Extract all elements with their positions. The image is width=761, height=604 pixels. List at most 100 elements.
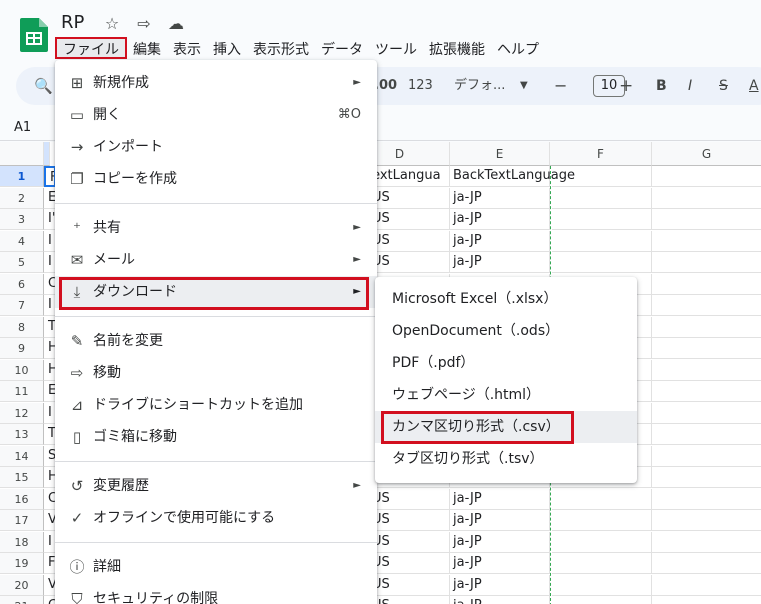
download-option[interactable]: PDF（.pdf） — [375, 347, 637, 379]
menu-insert[interactable]: 挿入 — [207, 37, 247, 59]
row-header[interactable]: 12 — [0, 402, 44, 424]
row-header[interactable]: 5 — [0, 252, 44, 273]
cell-e[interactable]: ja-JP — [450, 596, 550, 604]
cell-f[interactable] — [552, 252, 652, 273]
cell-g[interactable] — [652, 360, 761, 381]
cell-f[interactable] — [552, 574, 652, 596]
cell-e[interactable]: ja-JP — [450, 553, 550, 574]
cell-f[interactable] — [552, 209, 652, 230]
italic-button[interactable]: I — [688, 67, 692, 105]
download-option[interactable]: ウェブページ（.html） — [375, 379, 637, 411]
file-menu-item-new[interactable]: ⊞ 新規作成 ► — [55, 67, 377, 99]
row-header[interactable]: 14 — [0, 445, 44, 467]
file-menu-item-offline[interactable]: ✓ オフラインで使用可能にする — [55, 502, 377, 534]
chevron-down-icon[interactable]: ▼ — [520, 67, 528, 105]
font-family-select[interactable]: デフォ... — [454, 67, 505, 105]
move-folder-icon[interactable]: ⇨ — [133, 14, 155, 33]
decimal-increase-button[interactable]: .00 — [374, 67, 397, 105]
cell-g[interactable] — [652, 381, 761, 402]
number-format-button[interactable]: 123 — [408, 67, 433, 105]
row-header[interactable]: 3 — [0, 209, 44, 230]
file-menu-item-copy[interactable]: ❐ コピーを作成 — [55, 163, 377, 195]
cell-g[interactable] — [652, 295, 761, 316]
row-header[interactable]: 2 — [0, 187, 44, 209]
cell-g[interactable] — [652, 403, 761, 424]
cell-f[interactable] — [552, 230, 652, 252]
row-header[interactable]: 17 — [0, 510, 44, 531]
search-menus-icon[interactable]: 🔍 — [34, 67, 53, 105]
cell-g[interactable] — [652, 553, 761, 574]
row-header[interactable]: 11 — [0, 381, 44, 402]
file-menu-item-mail[interactable]: ✉ メール ► — [55, 244, 377, 276]
file-menu-item-rename[interactable]: ✎ 名前を変更 — [55, 325, 377, 357]
row-header[interactable]: 19 — [0, 553, 44, 574]
strikethrough-button[interactable]: S — [719, 67, 728, 105]
cell-f[interactable] — [552, 553, 652, 574]
select-all-corner[interactable] — [0, 142, 44, 166]
cell-e[interactable]: BackTextLanguage — [450, 166, 575, 187]
cell-g[interactable] — [652, 274, 761, 295]
row-header[interactable]: 7 — [0, 295, 44, 316]
cell-g[interactable] — [652, 575, 761, 596]
cell-f[interactable] — [552, 531, 652, 553]
file-menu-item-info[interactable]: ⓘ 詳細 — [55, 551, 377, 583]
menu-view[interactable]: 表示 — [167, 37, 207, 59]
name-box[interactable]: A1 — [14, 120, 31, 135]
menu-help[interactable]: ヘルプ — [491, 37, 545, 59]
column-header-f[interactable]: F — [550, 142, 652, 166]
cell-e[interactable]: ja-JP — [450, 252, 550, 273]
cell-g[interactable] — [652, 532, 761, 553]
cell-e[interactable]: ja-JP — [450, 187, 550, 209]
column-header-e[interactable]: E — [450, 142, 550, 166]
file-menu-item-move[interactable]: ⇨ 移動 — [55, 357, 377, 389]
menu-tools[interactable]: ツール — [369, 37, 423, 59]
menu-file[interactable]: ファイル — [55, 37, 127, 59]
cell-g[interactable] — [652, 489, 761, 510]
file-menu-item-trash[interactable]: ▯ ゴミ箱に移動 — [55, 421, 377, 453]
download-option[interactable]: Microsoft Excel（.xlsx） — [375, 283, 637, 315]
file-menu-item-share[interactable]: ⁺ 共有 ► — [55, 212, 377, 244]
file-menu-item-import[interactable]: → インポート — [55, 131, 377, 163]
cell-g[interactable] — [652, 510, 761, 531]
row-header[interactable]: 15 — [0, 467, 44, 488]
cell-e[interactable]: ja-JP — [450, 531, 550, 553]
font-size-increase-button[interactable]: + — [619, 67, 633, 105]
doc-title[interactable]: RP — [61, 12, 84, 33]
text-color-button[interactable]: A — [749, 67, 759, 105]
cell-e[interactable]: ja-JP — [450, 488, 550, 510]
cell-g[interactable] — [652, 338, 761, 359]
column-header-g[interactable]: G — [652, 142, 761, 166]
cell-f[interactable] — [552, 510, 652, 531]
file-menu-item-drive-shortcut[interactable]: ⊿ ドライブにショートカットを追加 — [55, 389, 377, 421]
cell-g[interactable] — [652, 209, 761, 230]
cell-e[interactable]: ja-JP — [450, 510, 550, 531]
file-menu-item-security[interactable]: ⛉ セキュリティの制限 — [55, 583, 377, 604]
file-menu-item-history[interactable]: ↺ 変更履歴 ► — [55, 470, 377, 502]
cell-f[interactable] — [552, 596, 652, 604]
column-header-a[interactable] — [44, 142, 50, 166]
row-header[interactable]: 13 — [0, 424, 44, 445]
cell-g[interactable] — [652, 231, 761, 252]
cell-e[interactable]: ja-JP — [450, 574, 550, 596]
cloud-status-icon[interactable]: ☁ — [165, 14, 187, 33]
row-header[interactable]: 16 — [0, 488, 44, 510]
star-icon[interactable]: ☆ — [101, 14, 123, 33]
cell-g[interactable] — [652, 467, 761, 488]
row-header[interactable]: 20 — [0, 574, 44, 596]
bold-button[interactable]: B — [656, 67, 667, 105]
font-size-decrease-button[interactable]: − — [554, 67, 567, 105]
menu-format[interactable]: 表示形式 — [247, 37, 315, 59]
row-header[interactable]: 6 — [0, 273, 44, 295]
row-header[interactable]: 8 — [0, 316, 44, 338]
cell-g[interactable] — [652, 446, 761, 467]
cell-e[interactable]: ja-JP — [450, 209, 550, 230]
row-header[interactable]: 4 — [0, 230, 44, 252]
download-option[interactable]: OpenDocument（.ods） — [375, 315, 637, 347]
menu-edit[interactable]: 編集 — [127, 37, 167, 59]
row-header[interactable]: 9 — [0, 338, 44, 359]
cell-f[interactable] — [552, 187, 652, 209]
cell-g[interactable] — [652, 188, 761, 209]
cell-e[interactable]: ja-JP — [450, 230, 550, 252]
menu-extensions[interactable]: 拡張機能 — [423, 37, 491, 59]
cell-f[interactable] — [552, 488, 652, 510]
